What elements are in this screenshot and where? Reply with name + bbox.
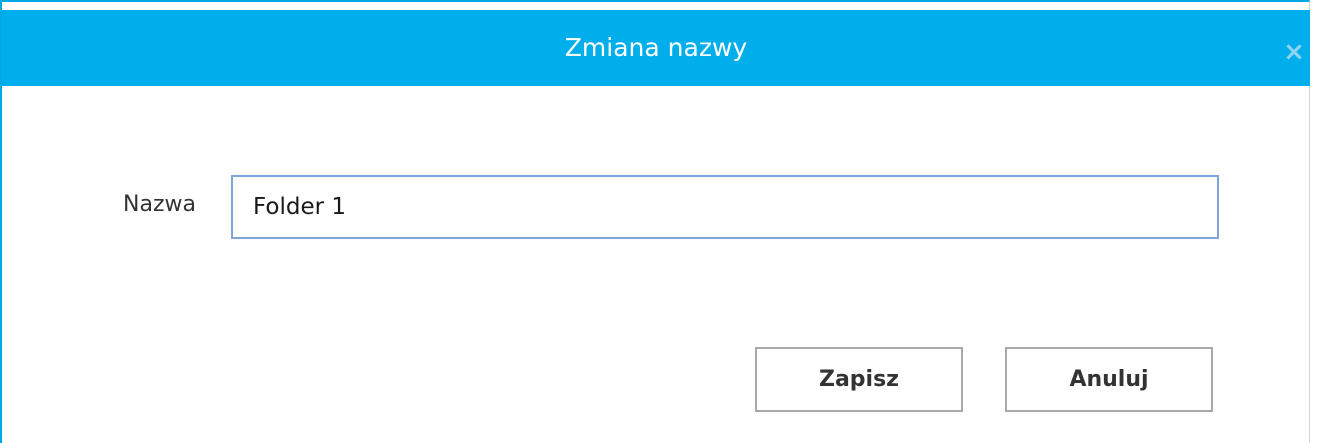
dialog-titlebar: Zmiana nazwy × <box>2 10 1310 86</box>
close-icon[interactable]: × <box>1282 39 1306 65</box>
dialog-title: Zmiana nazwy <box>564 33 748 62</box>
name-input[interactable] <box>231 175 1219 239</box>
rename-dialog: Zmiana nazwy × Nazwa Zapisz Anuluj <box>0 0 1310 443</box>
name-label: Nazwa <box>123 192 196 217</box>
save-button[interactable]: Zapisz <box>755 347 963 412</box>
cancel-button[interactable]: Anuluj <box>1005 347 1213 412</box>
